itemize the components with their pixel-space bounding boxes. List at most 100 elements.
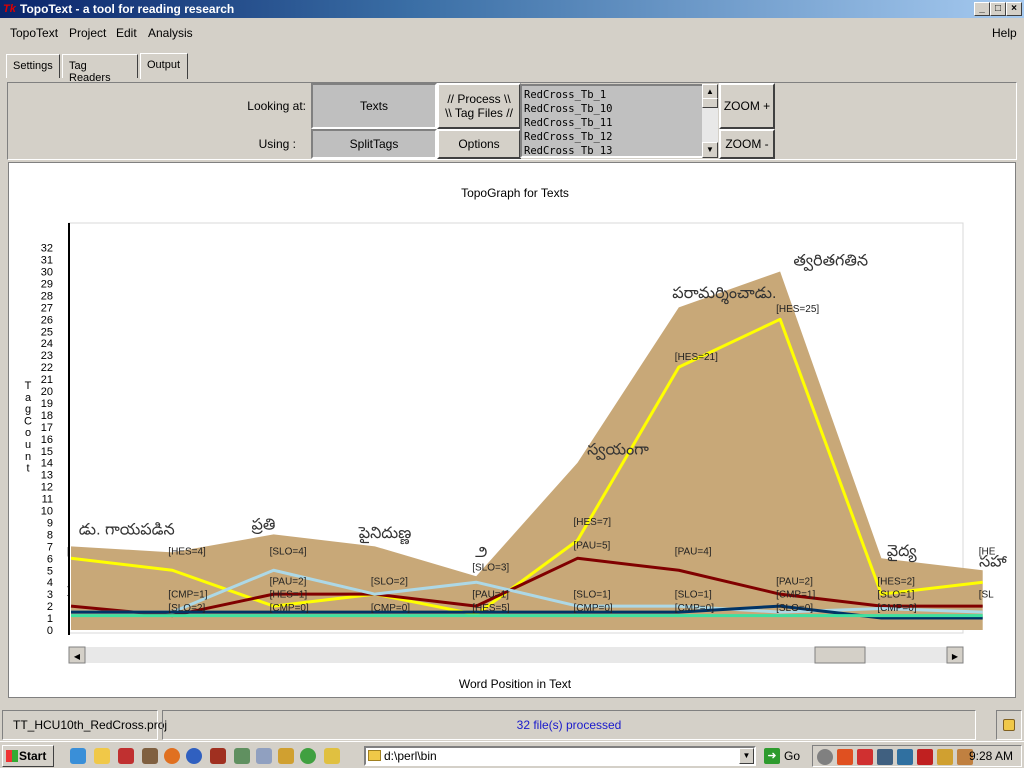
- go-button[interactable]: ➜ Go: [764, 748, 800, 764]
- folder-icon[interactable]: [94, 748, 110, 764]
- chart-scroll-thumb[interactable]: [814, 646, 866, 664]
- window-titlebar: Tk TopoText - a tool for reading researc…: [0, 0, 1024, 18]
- list-item[interactable]: RedCross_Tb_10: [524, 102, 714, 116]
- y-tick-label: 9: [47, 517, 53, 529]
- menu-analysis[interactable]: Analysis: [148, 26, 193, 40]
- y-tick-label: 13: [41, 470, 53, 482]
- data-label: [CMP=0]: [675, 603, 714, 614]
- y-tick-label: 31: [41, 255, 53, 267]
- tray-icon[interactable]: [937, 749, 953, 765]
- chart-canvas: TopoGraph for Texts Word Position in Tex…: [8, 162, 1016, 698]
- tab-output[interactable]: Output: [140, 53, 188, 79]
- data-label: [SLO=2]: [371, 577, 408, 588]
- tray-icon[interactable]: [837, 749, 853, 765]
- scroll-down-icon[interactable]: ▼: [702, 142, 718, 158]
- options-button[interactable]: Options: [437, 129, 521, 159]
- tray-icon[interactable]: [877, 749, 893, 765]
- menu-topotext[interactable]: TopoText: [10, 26, 58, 40]
- data-label: [CMP=0]: [270, 603, 309, 614]
- data-label: [CMP=0]: [574, 603, 613, 614]
- list-item[interactable]: RedCross_Tb_11: [524, 116, 714, 130]
- quicklaunch-icon[interactable]: [142, 748, 158, 764]
- word-label: సహా: [979, 554, 1007, 571]
- list-item[interactable]: RedCross_Tb_1: [524, 88, 714, 102]
- go-label: Go: [784, 749, 801, 763]
- tray-icon[interactable]: [817, 749, 833, 765]
- scroll-thumb[interactable]: [702, 98, 718, 108]
- window-title: TopoText - a tool for reading research: [20, 2, 235, 16]
- chart-title: TopoGraph for Texts: [461, 186, 569, 200]
- chevron-down-icon[interactable]: ▼: [739, 748, 754, 764]
- zoom-in-button[interactable]: ZOOM +: [719, 83, 775, 129]
- texts-button[interactable]: Texts: [311, 83, 437, 129]
- menu-help[interactable]: Help: [992, 26, 1017, 40]
- menu-edit[interactable]: Edit: [116, 26, 137, 40]
- y-tick-label: 15: [41, 446, 53, 458]
- quicklaunch-icon[interactable]: [324, 748, 340, 764]
- quicklaunch-icon[interactable]: [256, 748, 272, 764]
- firefox-icon[interactable]: [164, 748, 180, 764]
- data-label: [SLO=3]: [472, 562, 509, 573]
- zoom-out-button[interactable]: ZOOM -: [719, 129, 775, 159]
- y-axis-label-letter: C: [24, 415, 32, 427]
- word-label: పైనిదుణ్ణ: [358, 525, 412, 545]
- y-tick-label: 0: [47, 625, 53, 637]
- tray-icon[interactable]: [857, 749, 873, 765]
- close-button[interactable]: ×: [1006, 2, 1022, 16]
- y-tick-label: 18: [41, 410, 53, 422]
- data-label: [HES=25]: [776, 304, 819, 315]
- maximize-button[interactable]: □: [990, 2, 1006, 16]
- tray-icon[interactable]: [897, 749, 913, 765]
- y-tick-label: 7: [47, 541, 53, 553]
- word-label: డు. గాయపడిన: [79, 521, 175, 538]
- data-label: [PAU=4]: [675, 547, 712, 558]
- data-label: [SLO=1]: [574, 590, 611, 601]
- y-axis-label-letter: u: [25, 439, 31, 451]
- using-label: Using :: [258, 137, 296, 151]
- menubar: TopoText Project Edit Analysis Help: [0, 22, 1024, 44]
- y-axis-label: TagCount: [24, 380, 32, 475]
- lock-icon[interactable]: [996, 710, 1022, 740]
- quicklaunch-icon[interactable]: [70, 748, 86, 764]
- folder-icon: [368, 750, 381, 761]
- y-tick-label: 10: [41, 506, 53, 518]
- tab-tag-readers[interactable]: Tag Readers: [62, 54, 138, 84]
- start-button[interactable]: Start: [2, 745, 54, 767]
- splittags-button[interactable]: SplitTags: [311, 129, 437, 159]
- data-label: [PAU=1]: [472, 590, 509, 601]
- app-icon: Tk: [3, 3, 16, 15]
- y-axis-label-letter: a: [25, 392, 32, 404]
- quicklaunch-icon[interactable]: [278, 748, 294, 764]
- quicklaunch-icon[interactable]: [210, 748, 226, 764]
- y-tick-label: 1: [47, 613, 53, 625]
- y-tick-label: 22: [41, 362, 53, 374]
- tray-icon[interactable]: [917, 749, 933, 765]
- data-label: [HES=1]: [270, 590, 308, 601]
- word-label: ౨: [475, 544, 487, 561]
- address-bar[interactable]: d:\perl\bin ▼: [364, 746, 756, 766]
- process-tag-files-button[interactable]: // Process \\ \\ Tag Files //: [437, 83, 521, 129]
- clock: 9:28 AM: [968, 749, 1013, 763]
- y-tick-label: 17: [41, 422, 53, 434]
- windows-flag-icon: [6, 750, 18, 762]
- quicklaunch-icon[interactable]: [186, 748, 202, 764]
- data-label: [HES=4]: [168, 547, 206, 558]
- data-label: [SLO=4]: [270, 547, 307, 558]
- data-label: [SL: [979, 590, 994, 601]
- menu-project[interactable]: Project: [69, 26, 106, 40]
- y-axis-label-letter: t: [26, 463, 29, 475]
- file-list-scrollbar[interactable]: ▲ ▼: [702, 84, 718, 158]
- minimize-button[interactable]: _: [974, 2, 990, 16]
- list-item[interactable]: RedCross_Tb_13: [524, 144, 714, 156]
- y-tick-label: 11: [42, 494, 53, 506]
- data-label: [PAU=5]: [574, 541, 611, 552]
- quicklaunch-icon[interactable]: [234, 748, 250, 764]
- chrome-icon[interactable]: [300, 748, 316, 764]
- file-list[interactable]: RedCross_Tb_1 RedCross_Tb_10 RedCross_Tb…: [520, 84, 718, 158]
- data-label: [HES=7]: [574, 517, 612, 528]
- tab-settings[interactable]: Settings: [6, 54, 60, 78]
- y-tick-label: 24: [41, 338, 53, 350]
- list-item[interactable]: RedCross_Tb_12: [524, 130, 714, 144]
- data-label: [CMP=1]: [168, 590, 207, 601]
- quicklaunch-icon[interactable]: [118, 748, 134, 764]
